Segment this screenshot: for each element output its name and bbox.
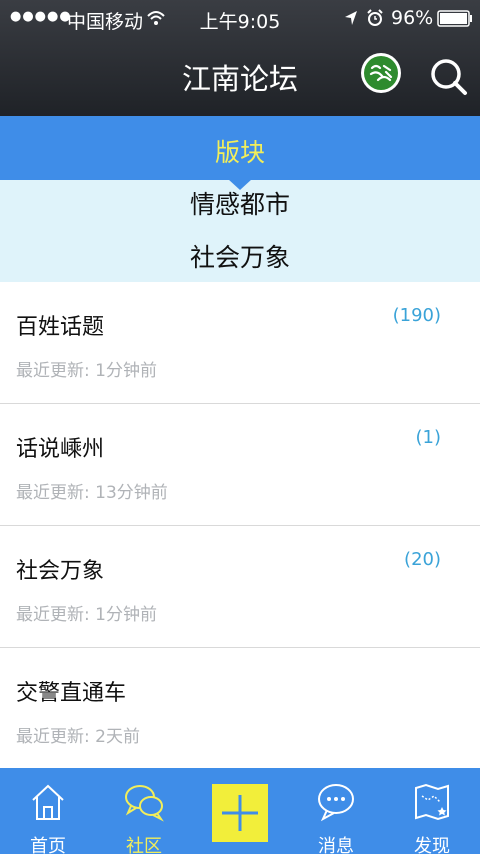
plus-icon xyxy=(222,795,258,831)
tab-label: 发现 xyxy=(414,836,450,857)
battery-icon xyxy=(437,10,472,27)
tab-label: 首页 xyxy=(30,836,66,857)
location-icon xyxy=(345,11,357,25)
message-icon xyxy=(318,784,354,822)
home-icon xyxy=(32,784,64,820)
tab-community[interactable]: 社区 xyxy=(96,768,192,857)
dropdown-item-society[interactable]: 社会万象 xyxy=(0,238,480,274)
forum-post-count: (190) xyxy=(392,305,441,326)
alarm-icon xyxy=(367,9,383,26)
dropdown-item-emotion-city[interactable]: 情感都市 xyxy=(0,185,480,221)
header: ●●●●● 中国移动 上午9:05 96% 江南论坛 xyxy=(0,0,480,116)
forum-last-update: 最近更新: 2天前 xyxy=(16,727,140,747)
section-tab-label: 版块 xyxy=(214,138,265,167)
forum-item-traffic-police[interactable]: 交警直通车 最近更新: 2天前 xyxy=(0,648,480,770)
chat-bubbles-icon xyxy=(125,785,164,822)
forum-post-count: (20) xyxy=(404,549,441,570)
forum-item-baixing[interactable]: 百姓话题 (190) 最近更新: 1分钟前 xyxy=(0,282,480,404)
forum-last-update: 最近更新: 1分钟前 xyxy=(16,361,157,381)
tab-home[interactable]: 首页 xyxy=(0,768,96,857)
forum-name: 话说嵊州 xyxy=(16,437,105,462)
status-bar: ●●●●● 中国移动 上午9:05 96% xyxy=(0,0,480,38)
tab-discover[interactable]: 发现 xyxy=(384,768,480,857)
forum-name: 社会万象 xyxy=(16,559,105,584)
tab-label: 消息 xyxy=(318,836,354,857)
map-icon xyxy=(415,783,449,821)
forum-name: 百姓话题 xyxy=(16,315,105,340)
jiangnan-logo-icon[interactable] xyxy=(360,52,402,94)
battery-percent: 96% xyxy=(391,7,434,29)
search-icon[interactable] xyxy=(428,56,468,96)
forum-name: 交警直通车 xyxy=(16,681,127,706)
section-dropdown: 情感都市 社会万象 xyxy=(0,180,480,282)
forum-post-count: (1) xyxy=(415,427,442,448)
forum-item-shengzhou[interactable]: 话说嵊州 (1) 最近更新: 13分钟前 xyxy=(0,404,480,526)
page-title: 江南论坛 xyxy=(181,62,298,96)
tab-label: 社区 xyxy=(126,836,162,857)
forum-list: 百姓话题 (190) 最近更新: 1分钟前 话说嵊州 (1) 最近更新: 13分… xyxy=(0,282,480,770)
add-post-button[interactable] xyxy=(212,784,268,842)
tab-messages[interactable]: 消息 xyxy=(288,768,384,857)
forum-last-update: 最近更新: 1分钟前 xyxy=(16,605,157,625)
section-tab[interactable]: 版块 xyxy=(0,116,480,180)
forum-item-society[interactable]: 社会万象 (20) 最近更新: 1分钟前 xyxy=(0,526,480,648)
tab-pointer xyxy=(228,179,252,190)
forum-last-update: 最近更新: 13分钟前 xyxy=(16,483,168,503)
